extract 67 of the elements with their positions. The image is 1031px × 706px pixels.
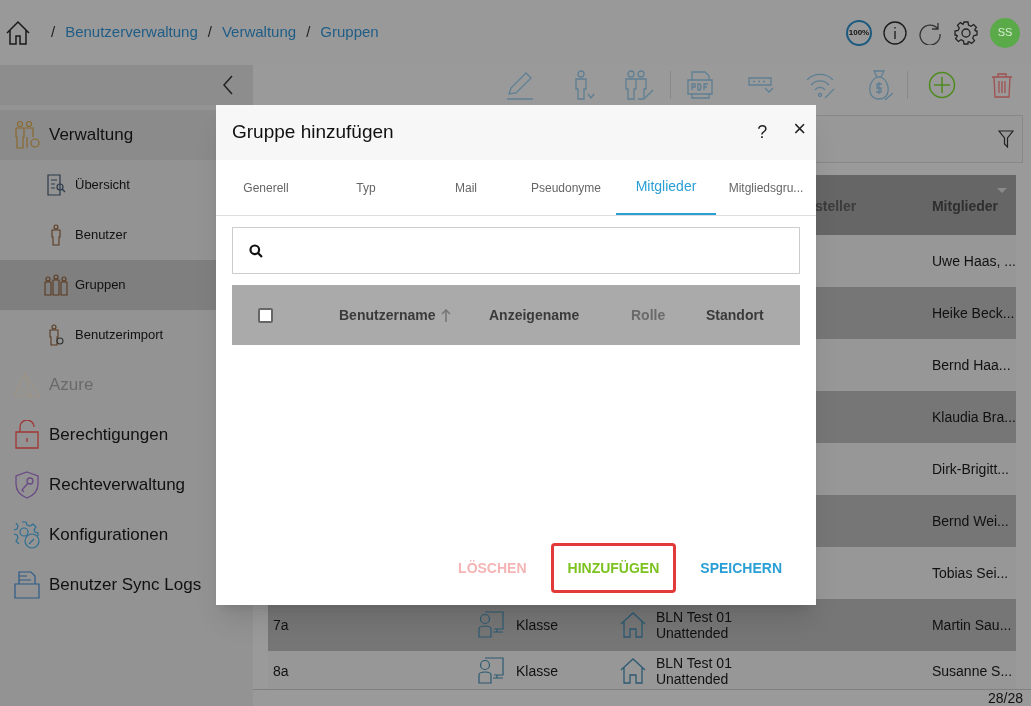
sidebar-item[interactable]: Benutzer Sync Logs — [0, 560, 253, 610]
sidebar-icon — [13, 470, 41, 500]
tab[interactable]: Mail — [416, 160, 516, 215]
collapse-icon[interactable] — [222, 75, 233, 95]
sidebar-icon — [13, 570, 41, 600]
sort-arrow-icon — [441, 308, 452, 322]
select-all-checkbox[interactable] — [258, 307, 273, 323]
table-cell: Susanne S... — [931, 663, 1013, 679]
tab[interactable]: Mitgliedsgru... — [716, 160, 816, 215]
table-cell: Heike Beck... — [931, 305, 1015, 321]
table-cell: Martin Sau... — [931, 617, 1012, 633]
ticket-icon[interactable] — [746, 75, 775, 95]
breadcrumb-separator: / — [207, 22, 212, 43]
trash-icon[interactable] — [990, 72, 1013, 98]
save-button[interactable]: SPEICHERN — [686, 543, 796, 593]
row-count: 28/28 — [987, 690, 1023, 706]
sidebar-item[interactable]: Berechtigungen — [0, 410, 253, 460]
close-button[interactable]: × — [793, 112, 806, 145]
filter-icon[interactable] — [998, 130, 1014, 148]
refresh-icon[interactable] — [918, 20, 942, 45]
search-field[interactable] — [232, 227, 800, 274]
settings-icon[interactable] — [953, 19, 979, 46]
table-cell: 8a — [272, 663, 289, 679]
table-row[interactable]: 7a Klasse BLN Test 01 Unattended Martin Sau... — [267, 599, 1016, 651]
pdf-icon[interactable] — [684, 70, 715, 100]
sidebar-icon — [49, 224, 63, 246]
sidebar-subitem[interactable]: Benutzerimport — [0, 310, 253, 360]
help-button[interactable]: ? — [757, 119, 768, 146]
tab[interactable]: Typ — [316, 160, 416, 215]
edit-icon[interactable] — [504, 70, 535, 100]
column-header[interactable]: Benutzername — [339, 304, 489, 326]
breadcrumb-separator: / — [51, 22, 56, 43]
sidebar-icon — [13, 420, 41, 450]
tab[interactable]: Pseudonyme — [516, 160, 616, 215]
class-icon — [477, 610, 504, 640]
sidebar-icon — [12, 520, 42, 550]
zoom-badge[interactable]: 100% — [846, 19, 872, 46]
table-cell: Bernd Wei... — [931, 513, 1009, 529]
sidebar-icon — [44, 274, 68, 296]
sidebar-item[interactable]: Rechteverwaltung — [0, 460, 253, 510]
tab[interactable]: Mitglieder — [616, 160, 716, 215]
sidebar-icon — [46, 174, 66, 196]
breadcrumb-separator: / — [306, 22, 311, 43]
table-cell: 7a — [272, 617, 289, 633]
add-icon[interactable] — [927, 71, 956, 99]
location-icon — [619, 612, 646, 638]
home-icon[interactable] — [5, 19, 31, 46]
dropdown-caret-icon[interactable] — [997, 188, 1007, 193]
table-cell-text: BLN Test 01 Unattended — [655, 609, 733, 641]
table-cell-text: Klasse — [515, 661, 558, 681]
table-cell: Dirk-Brigitt... — [931, 461, 1009, 477]
table-cell: Uwe Haas, ... — [931, 253, 1016, 269]
location-icon — [619, 658, 646, 684]
column-header[interactable]: Standort — [706, 304, 764, 326]
table-cell-text: BLN Test 01 Unattended — [655, 655, 733, 687]
column-header[interactable]: Anzeigename — [489, 304, 631, 326]
sidebar-icon — [48, 324, 64, 346]
table-cell: Klaudia Bra... — [931, 409, 1016, 425]
sidebar-item[interactable]: Konfigurationen — [0, 510, 253, 560]
sidebar-icon — [12, 120, 42, 150]
search-icon — [249, 243, 263, 258]
class-icon — [477, 656, 504, 686]
table-cell: Tobias Sei... — [931, 565, 1009, 581]
info-icon[interactable] — [883, 20, 907, 45]
table-cell: Bernd Haa... — [931, 357, 1011, 373]
table-cell-text: Klasse — [515, 615, 558, 635]
group-edit-icon[interactable] — [622, 69, 655, 101]
